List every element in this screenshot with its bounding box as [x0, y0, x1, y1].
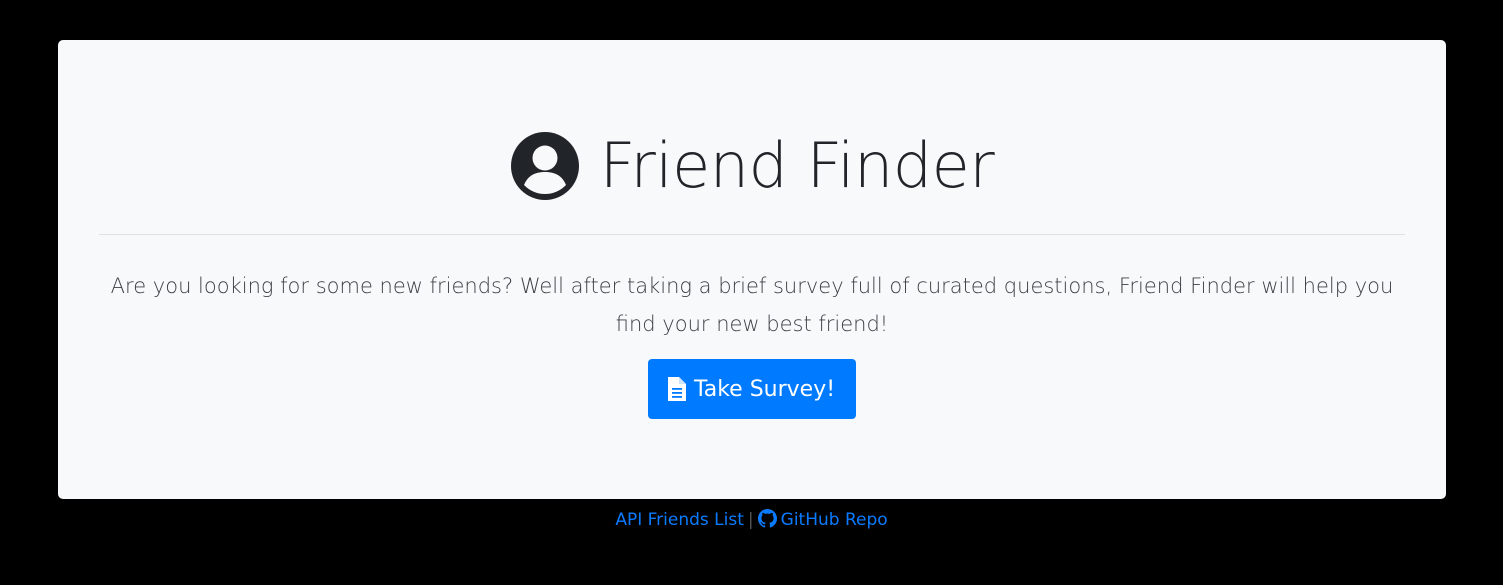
footer: API Friends List | GitHub Repo	[0, 508, 1503, 532]
github-repo-link[interactable]: GitHub Repo	[757, 509, 888, 530]
footer-separator: |	[747, 510, 754, 530]
user-circle-icon	[510, 132, 579, 200]
take-survey-label: Take Survey!	[693, 376, 836, 402]
lead-text: Are you looking for some new friends? We…	[110, 274, 1394, 336]
jumbotron: Friend Finder Are you looking for some n…	[58, 40, 1446, 499]
page-title: Friend Finder	[599, 129, 995, 202]
divider	[99, 234, 1405, 235]
github-repo-label: GitHub Repo	[780, 510, 888, 530]
button-row: Take Survey!	[58, 359, 1446, 419]
take-survey-button[interactable]: Take Survey!	[647, 359, 857, 419]
github-icon	[757, 509, 777, 528]
file-icon	[667, 377, 686, 401]
api-friends-list-link[interactable]: API Friends List	[615, 510, 744, 530]
page-header: Friend Finder	[58, 128, 1446, 204]
